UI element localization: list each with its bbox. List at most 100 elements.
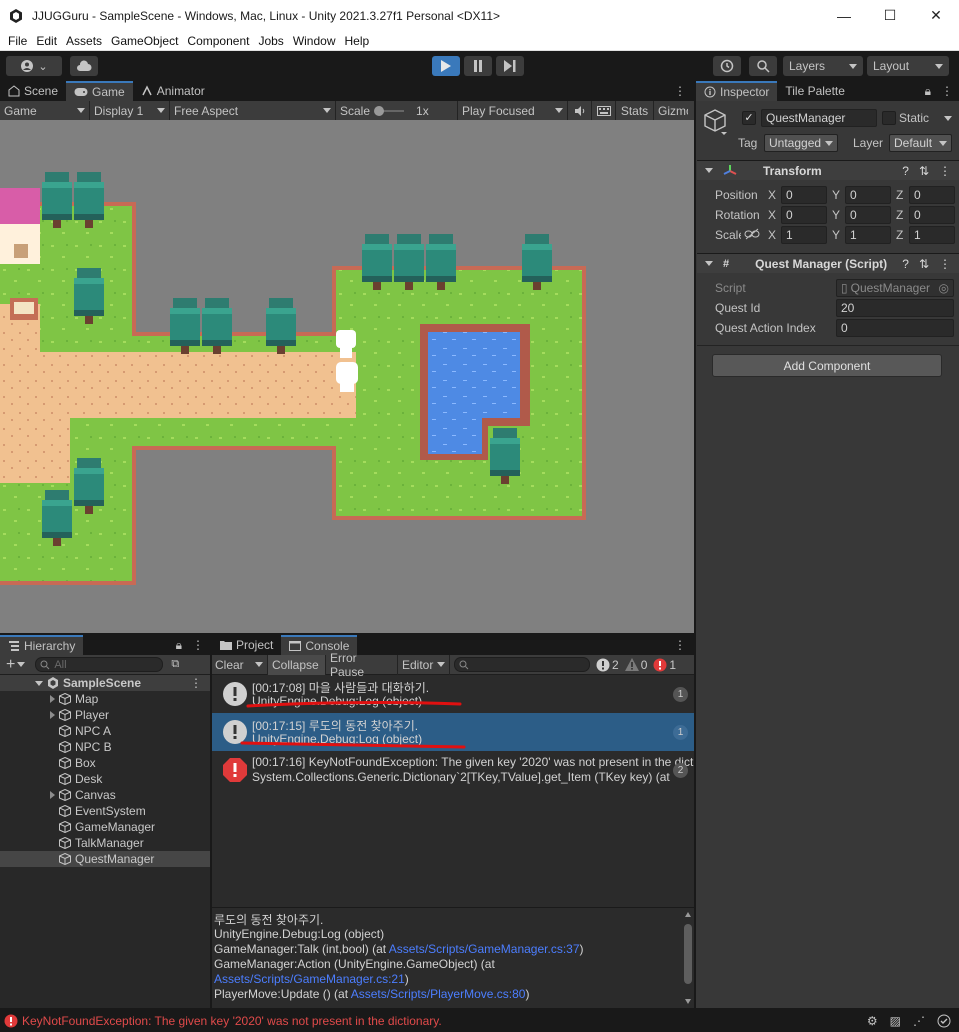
- quest-action-index-field[interactable]: 0: [836, 319, 954, 337]
- tab-animator[interactable]: Animator: [133, 81, 213, 101]
- history-button[interactable]: [713, 56, 741, 76]
- debug-mode-icon[interactable]: ⚙︎: [867, 1014, 878, 1028]
- foldout-arrow-icon[interactable]: [705, 261, 713, 266]
- source-link[interactable]: Assets/Scripts/GameManager.cs:21: [214, 972, 405, 986]
- scale-x-field[interactable]: 1: [781, 226, 827, 244]
- clear-dropdown[interactable]: Clear: [212, 654, 268, 675]
- tag-dropdown[interactable]: Untagged: [764, 134, 838, 152]
- object-name-field[interactable]: QuestManager: [761, 109, 877, 127]
- layers-dropdown[interactable]: Layers: [783, 56, 863, 76]
- menu-help[interactable]: Help: [341, 34, 374, 48]
- more-options-icon[interactable]: ⋮: [939, 257, 951, 271]
- help-icon[interactable]: ?: [902, 164, 909, 178]
- scroll-down-icon[interactable]: [685, 999, 691, 1004]
- foldout-arrow-icon[interactable]: [50, 791, 55, 799]
- cloud-button[interactable]: [70, 56, 98, 76]
- lock-icon[interactable]: 🔒︎: [172, 635, 186, 655]
- menu-assets[interactable]: Assets: [62, 34, 106, 48]
- gizmos-button[interactable]: Gizmo: [654, 101, 688, 121]
- help-icon[interactable]: ?: [902, 257, 909, 271]
- hierarchy-item[interactable]: EventSystem: [0, 803, 210, 819]
- more-options-icon[interactable]: ⋮: [190, 676, 202, 690]
- menu-component[interactable]: Component: [183, 34, 253, 48]
- add-icon[interactable]: +: [6, 656, 15, 674]
- tab-tile-palette[interactable]: Tile Palette: [777, 81, 853, 101]
- more-options-icon[interactable]: ⋮: [666, 635, 694, 655]
- more-options-icon[interactable]: ⋮: [666, 81, 694, 101]
- foldout-arrow-icon[interactable]: [35, 680, 43, 686]
- tab-scene[interactable]: Scene: [0, 81, 66, 101]
- hierarchy-item[interactable]: Desk: [0, 771, 210, 787]
- preset-icon[interactable]: ⇅: [919, 257, 929, 271]
- status-bar[interactable]: KeyNotFoundException: The given key '202…: [0, 1010, 959, 1032]
- static-checkbox[interactable]: [882, 111, 896, 125]
- scale-y-field[interactable]: 1: [845, 226, 891, 244]
- shortcuts-button[interactable]: [592, 100, 616, 121]
- more-options-icon[interactable]: ⋮: [939, 164, 951, 178]
- error-count-toggle[interactable]: 1: [653, 658, 676, 672]
- menu-file[interactable]: File: [4, 34, 31, 48]
- detail-scrollbar[interactable]: [682, 910, 694, 1006]
- add-component-button[interactable]: Add Component: [712, 354, 942, 377]
- more-options-icon[interactable]: ⋮: [935, 81, 959, 101]
- hierarchy-item[interactable]: TalkManager: [0, 835, 210, 851]
- script-component-header[interactable]: # Quest Manager (Script) ? ⇅ ⋮: [697, 253, 959, 273]
- play-focused-dropdown[interactable]: Play Focused: [458, 100, 568, 121]
- scrollbar-thumb[interactable]: [684, 924, 692, 984]
- console-error-row[interactable]: [00:17:16] KeyNotFoundException: The giv…: [212, 751, 694, 789]
- play-button[interactable]: [432, 56, 460, 76]
- menu-jobs[interactable]: Jobs: [254, 34, 287, 48]
- hierarchy-item[interactable]: Canvas: [0, 787, 210, 803]
- menu-gameobject[interactable]: GameObject: [107, 34, 182, 48]
- hierarchy-item[interactable]: Box: [0, 755, 210, 771]
- scene-visibility-icon[interactable]: ⧉: [171, 658, 179, 671]
- hierarchy-item[interactable]: NPC A: [0, 723, 210, 739]
- tab-project[interactable]: Project: [212, 635, 281, 655]
- source-link[interactable]: Assets/Scripts/GameManager.cs:37: [389, 942, 580, 956]
- check-icon[interactable]: [937, 1014, 951, 1028]
- hierarchy-item[interactable]: QuestManager: [0, 851, 210, 867]
- hierarchy-item[interactable]: Map: [0, 691, 210, 707]
- scale-z-field[interactable]: 1: [909, 226, 955, 244]
- scale-slider-handle[interactable]: [374, 105, 385, 116]
- game-render[interactable]: [0, 120, 694, 633]
- aspect-dropdown[interactable]: Free Aspect: [170, 100, 336, 121]
- layer-dropdown[interactable]: Default: [889, 134, 952, 152]
- hierarchy-item[interactable]: NPC B: [0, 739, 210, 755]
- scale-slider[interactable]: Scale 1x: [336, 100, 458, 121]
- hierarchy-item[interactable]: GameManager: [0, 819, 210, 835]
- foldout-arrow-icon[interactable]: [705, 168, 713, 173]
- minimize-button[interactable]: —: [821, 0, 867, 31]
- foldout-arrow-icon[interactable]: [50, 711, 55, 719]
- rotation-y-field[interactable]: 0: [845, 206, 891, 224]
- quest-id-field[interactable]: 20: [836, 299, 954, 317]
- lock-icon[interactable]: 🔒︎: [921, 81, 935, 101]
- menu-window[interactable]: Window: [289, 34, 340, 48]
- pause-button[interactable]: [464, 56, 492, 76]
- position-z-field[interactable]: 0: [909, 186, 955, 204]
- warning-count-toggle[interactable]: 0: [624, 658, 647, 672]
- chevron-down-icon[interactable]: [255, 662, 263, 667]
- active-checkbox[interactable]: ✓: [742, 111, 756, 125]
- more-options-icon[interactable]: ⋮: [186, 635, 210, 655]
- source-link[interactable]: Assets/Scripts/PlayerMove.cs:80: [351, 987, 526, 1001]
- scroll-up-icon[interactable]: [685, 912, 691, 917]
- bake-icon[interactable]: ▨: [890, 1014, 901, 1028]
- hierarchy-scene-row[interactable]: SampleScene ⋮: [0, 675, 210, 691]
- game-view[interactable]: [0, 120, 694, 633]
- menu-edit[interactable]: Edit: [32, 34, 61, 48]
- scale-slider-track[interactable]: [374, 105, 405, 116]
- position-y-field[interactable]: 0: [845, 186, 891, 204]
- display-dropdown[interactable]: Display 1: [90, 100, 170, 121]
- editor-dropdown[interactable]: Editor: [398, 654, 450, 675]
- step-button[interactable]: [496, 56, 524, 76]
- foldout-arrow-icon[interactable]: [50, 695, 55, 703]
- hierarchy-item[interactable]: Player: [0, 707, 210, 723]
- error-pause-toggle[interactable]: Error Pause: [326, 651, 398, 679]
- rotation-z-field[interactable]: 0: [909, 206, 955, 224]
- search-button[interactable]: [749, 56, 777, 76]
- console-search-input[interactable]: [454, 657, 590, 672]
- maximize-button[interactable]: ☐: [867, 0, 913, 31]
- game-mode-dropdown[interactable]: Game: [0, 100, 90, 121]
- tab-game[interactable]: Game: [66, 81, 133, 101]
